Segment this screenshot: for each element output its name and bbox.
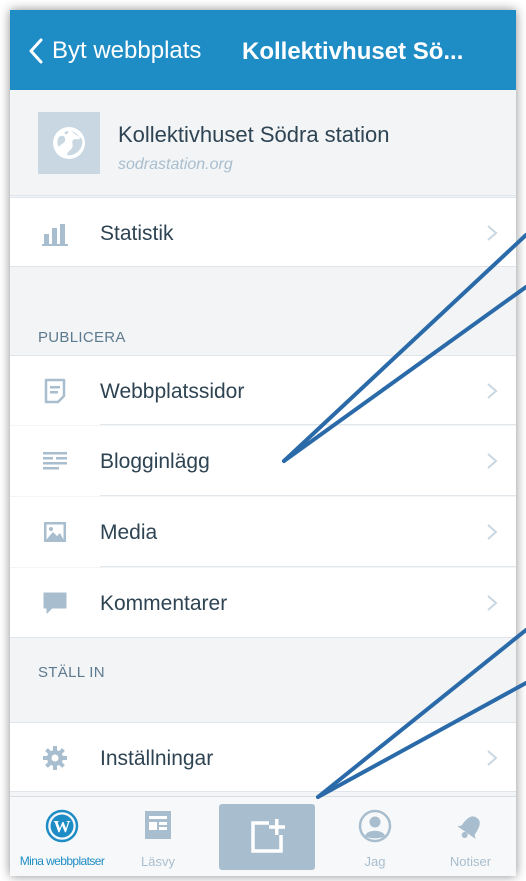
bell-icon <box>456 816 480 839</box>
chevron-right-icon <box>487 453 498 469</box>
page-title: Kollektivhuset Sö... <box>242 38 464 65</box>
section-header-configure: STÄLL IN <box>38 664 105 681</box>
row-divider <box>100 566 516 567</box>
chevron-right-icon <box>487 225 498 241</box>
menu-item-label: Inställningar <box>100 747 214 770</box>
screen: Byt webbplats Kollektivhuset Sö... Kolle… <box>10 10 516 876</box>
site-header[interactable]: Kollektivhuset Södra station sodrastatio… <box>10 90 516 196</box>
tab-me[interactable]: Jag <box>335 797 415 876</box>
menu-item-posts[interactable]: Blogginlägg <box>10 426 516 496</box>
tab-label: Mina webbplatser <box>19 854 105 868</box>
profile-icon <box>358 809 392 843</box>
menu-item-label: Webbplatssidor <box>100 380 245 403</box>
wordpress-icon: W <box>45 809 79 843</box>
menu-item-label: Statistik <box>100 222 174 245</box>
chevron-left-icon <box>29 38 43 64</box>
switch-site-label: Byt webbplats <box>52 37 202 64</box>
phone-frame: Byt webbplats Kollektivhuset Sö... Kolle… <box>10 10 516 876</box>
site-url: sodrastation.org <box>118 156 233 173</box>
posts-icon <box>43 452 67 470</box>
section-header-publish: PUBLICERA <box>38 329 126 346</box>
chevron-right-icon <box>487 524 498 540</box>
reader-icon <box>145 811 171 839</box>
row-divider <box>100 424 516 425</box>
tab-bar: W Mina webbplatser Läsvy Jag Notiser <box>10 796 516 876</box>
gear-icon <box>43 746 67 770</box>
tab-reader[interactable]: Läsvy <box>118 797 198 876</box>
chevron-right-icon <box>487 750 498 766</box>
page-icon <box>44 378 66 404</box>
switch-site-button[interactable]: Byt webbplats <box>28 37 201 65</box>
globe-icon <box>53 127 85 159</box>
menu-item-pages[interactable]: Webbplatssidor <box>10 355 516 425</box>
menu-item-label: Kommentarer <box>100 592 228 615</box>
tab-notifications[interactable]: Notiser <box>425 797 516 876</box>
menu-item-comments[interactable]: Kommentarer <box>10 568 516 638</box>
menu-item-settings[interactable]: Inställningar <box>10 722 516 792</box>
tab-my-sites[interactable]: W Mina webbplatser <box>10 797 114 876</box>
tab-label: Läsvy <box>141 854 175 869</box>
svg-text:W: W <box>54 817 71 836</box>
chevron-right-icon <box>487 595 498 611</box>
row-divider <box>100 495 516 496</box>
tab-label: Notiser <box>449 854 492 869</box>
new-post-icon <box>251 819 285 853</box>
site-avatar <box>38 112 100 174</box>
nav-header: Byt webbplats Kollektivhuset Sö... <box>10 10 516 90</box>
menu-item-label: Blogginlägg <box>100 450 210 473</box>
tab-label: Jag <box>364 854 386 869</box>
chevron-right-icon <box>487 383 498 399</box>
comment-icon <box>43 592 67 614</box>
stats-bars-icon <box>42 224 68 246</box>
menu-item-media[interactable]: Media <box>10 497 516 567</box>
site-name: Kollektivhuset Södra station <box>118 122 390 147</box>
menu-item-stats[interactable]: Statistik <box>10 197 516 267</box>
menu-item-label: Media <box>100 521 158 544</box>
image-icon <box>44 522 66 542</box>
new-post-button[interactable] <box>219 804 315 870</box>
